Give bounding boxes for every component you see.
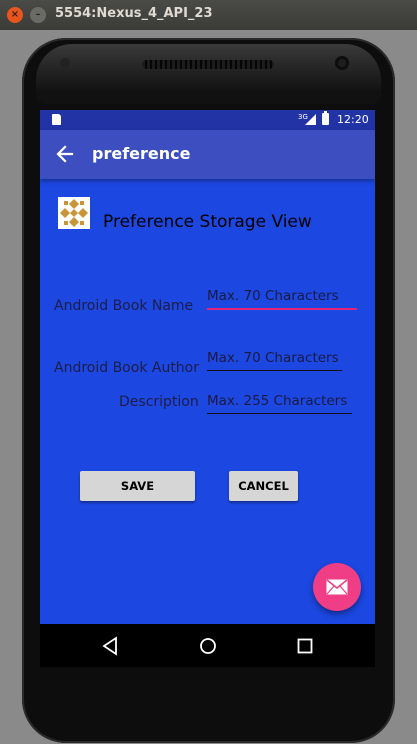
status-time: 12:20: [337, 113, 369, 126]
navigation-bar: [40, 624, 375, 667]
minimize-window-button[interactable]: –: [30, 7, 46, 23]
app-bar-title: preference: [92, 144, 191, 163]
sensor-icon: [60, 58, 70, 68]
app-bar: preference: [40, 130, 375, 179]
close-window-button[interactable]: ×: [7, 7, 23, 23]
ornament-logo-icon: [58, 197, 90, 229]
book-author-label: Android Book Author: [54, 360, 200, 376]
sd-card-icon: [52, 114, 61, 125]
back-triangle-icon[interactable]: [100, 635, 122, 657]
signal-icon: [305, 114, 316, 125]
send-fab-button[interactable]: [313, 563, 361, 611]
mail-icon: [326, 579, 348, 595]
arrow-back-icon[interactable]: [56, 142, 74, 166]
cancel-button[interactable]: CANCEL: [229, 471, 298, 501]
book-name-field[interactable]: Max. 70 Characters: [207, 288, 357, 310]
save-button[interactable]: SAVE: [80, 471, 195, 501]
status-bar: 3G 12:20: [40, 110, 375, 130]
emulator-title-bar: × – 5554:Nexus_4_API_23: [0, 0, 417, 30]
window-title: 5554:Nexus_4_API_23: [55, 6, 213, 21]
phone-top-bezel: [36, 44, 381, 104]
speaker-grille: [142, 60, 274, 69]
recents-square-icon[interactable]: [294, 635, 316, 657]
book-name-label: Android Book Name: [54, 298, 194, 314]
home-circle-icon[interactable]: [197, 635, 219, 657]
device-screen: 3G 12:20 preference Preference Storage V…: [40, 110, 375, 667]
description-label: Description: [119, 394, 199, 410]
page-heading: Preference Storage View: [103, 212, 312, 232]
battery-icon: [322, 111, 329, 125]
book-author-field[interactable]: Max. 70 Characters: [207, 350, 342, 371]
description-field[interactable]: Max. 255 Characters: [207, 393, 352, 414]
front-camera-icon: [335, 56, 349, 70]
